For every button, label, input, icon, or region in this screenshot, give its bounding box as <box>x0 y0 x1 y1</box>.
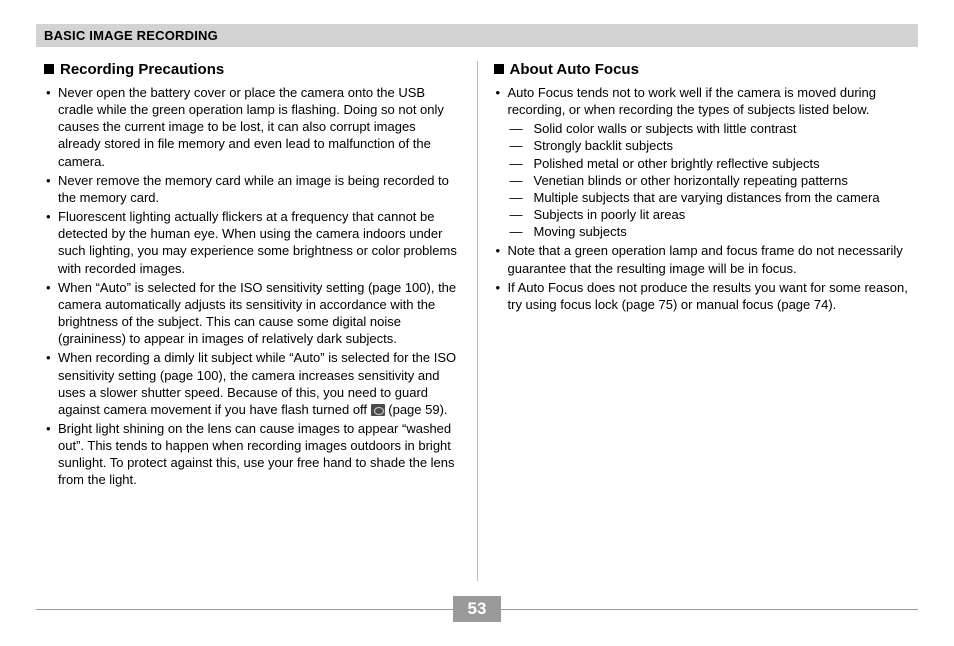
list-item: Fluorescent lighting actually flickers a… <box>44 208 461 277</box>
dash-item: Venetian blinds or other horizontally re… <box>508 172 911 189</box>
dash-item: Multiple subjects that are varying dista… <box>508 189 911 206</box>
square-bullet-icon <box>44 64 54 74</box>
dash-item: Polished metal or other brightly reflect… <box>508 155 911 172</box>
dash-item: Moving subjects <box>508 223 911 240</box>
right-title: About Auto Focus <box>494 61 911 78</box>
dash-list: Solid color walls or subjects with littl… <box>508 120 911 240</box>
flash-off-icon <box>371 404 385 416</box>
left-column: Recording Precautions Never open the bat… <box>36 61 477 581</box>
item-text-post: (page 59). <box>385 402 448 417</box>
manual-page: BASIC IMAGE RECORDING Recording Precauti… <box>0 0 954 646</box>
right-bullet-list: Auto Focus tends not to work well if the… <box>494 84 911 313</box>
right-title-text: About Auto Focus <box>510 61 639 78</box>
square-bullet-icon <box>494 64 504 74</box>
page-number: 53 <box>453 596 501 622</box>
dash-item: Subjects in poorly lit areas <box>508 206 911 223</box>
content-columns: Recording Precautions Never open the bat… <box>36 61 918 581</box>
list-item: Auto Focus tends not to work well if the… <box>494 84 911 240</box>
page-footer: 53 <box>0 590 954 630</box>
section-header: BASIC IMAGE RECORDING <box>36 24 918 47</box>
left-title-text: Recording Precautions <box>60 61 224 78</box>
list-item: Note that a green operation lamp and foc… <box>494 242 911 276</box>
left-bullet-list: Never open the battery cover or place th… <box>44 84 461 489</box>
dash-item: Solid color walls or subjects with littl… <box>508 120 911 137</box>
list-item: When “Auto” is selected for the ISO sens… <box>44 279 461 348</box>
list-item: Never remove the memory card while an im… <box>44 172 461 206</box>
left-title: Recording Precautions <box>44 61 461 78</box>
dash-item: Strongly backlit subjects <box>508 137 911 154</box>
list-item: When recording a dimly lit subject while… <box>44 349 461 418</box>
list-item: Bright light shining on the lens can cau… <box>44 420 461 489</box>
list-item: If Auto Focus does not produce the resul… <box>494 279 911 313</box>
list-item: Never open the battery cover or place th… <box>44 84 461 170</box>
intro-text: Auto Focus tends not to work well if the… <box>508 85 877 117</box>
right-column: About Auto Focus Auto Focus tends not to… <box>478 61 919 581</box>
